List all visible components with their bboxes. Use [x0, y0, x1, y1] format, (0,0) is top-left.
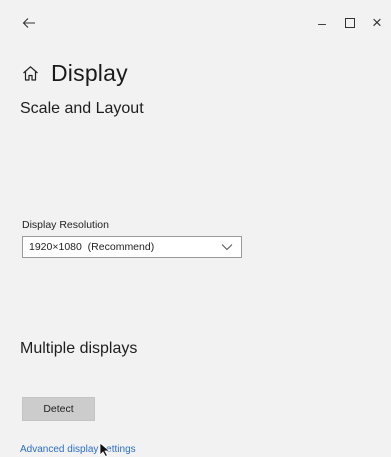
close-button[interactable]: ×: [364, 12, 390, 34]
back-arrow-icon: [22, 18, 35, 28]
advanced-display-settings-link[interactable]: Advanced display settings: [20, 444, 136, 455]
title-bar: – ×: [0, 0, 391, 44]
settings-window: – × Display Scale and Layout Display Res…: [0, 0, 391, 457]
scale-layout-heading: Scale and Layout: [20, 100, 144, 117]
page-header: Display: [20, 58, 128, 88]
display-resolution-value: 1920×1080 (Recommend): [29, 241, 155, 253]
maximize-icon: [345, 18, 355, 28]
minimize-icon: –: [318, 15, 326, 31]
detect-button[interactable]: Detect: [22, 397, 95, 421]
maximize-button[interactable]: [337, 12, 363, 34]
multiple-displays-heading: Multiple displays: [20, 340, 138, 357]
display-resolution-dropdown[interactable]: 1920×1080 (Recommend): [22, 236, 242, 258]
display-resolution-label: Display Resolution: [22, 219, 109, 231]
back-button[interactable]: [18, 12, 40, 34]
home-icon[interactable]: [20, 63, 40, 83]
page-title: Display: [51, 59, 128, 86]
chevron-down-icon: [219, 239, 235, 255]
mouse-pointer-icon: [99, 442, 111, 457]
minimize-button[interactable]: –: [309, 12, 335, 34]
close-icon: ×: [372, 13, 382, 32]
